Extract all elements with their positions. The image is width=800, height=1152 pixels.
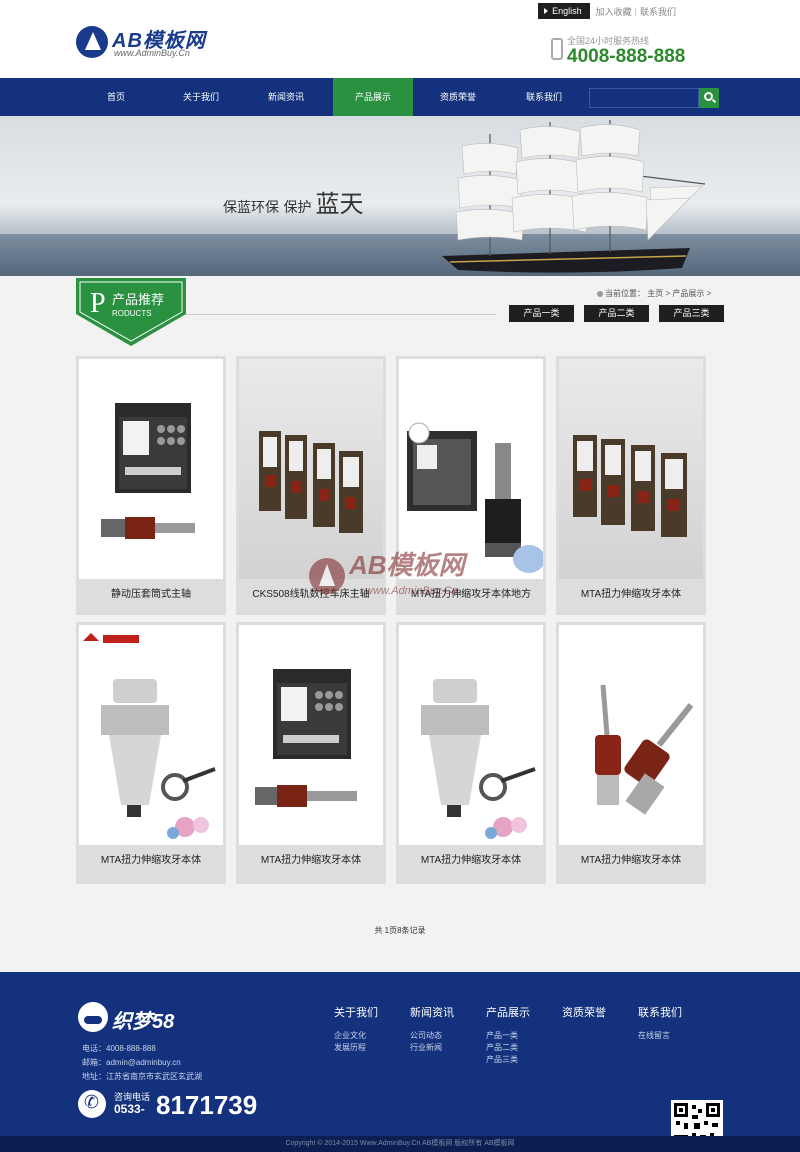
- footer-column-title[interactable]: 联系我们: [638, 1004, 708, 1020]
- site-footer: 织梦58 电话：4008-888-888 邮箱：admin@adminbuy.c…: [0, 972, 800, 1152]
- nav-item-products[interactable]: 产品展示: [333, 78, 413, 116]
- main-nav: 首页 关于我们 新闻资讯 产品展示 资质荣誉 联系我们: [0, 78, 800, 116]
- product-name[interactable]: MTA扭力伸缩攻牙本体: [559, 585, 703, 600]
- product-name[interactable]: MTA扭力伸缩攻牙本体: [559, 851, 703, 866]
- nav-item-honors[interactable]: 资质荣誉: [418, 78, 498, 116]
- product-image: [399, 359, 543, 579]
- product-image: [79, 359, 223, 579]
- slogan-small: 保蓝环保 保护: [223, 200, 312, 216]
- footer-column-title[interactable]: 新闻资讯: [410, 1004, 480, 1020]
- product-card[interactable]: MTA扭力伸缩攻牙本体: [556, 356, 706, 615]
- footer-link[interactable]: 公司动态: [410, 1030, 480, 1042]
- nav-item-about[interactable]: 关于我们: [161, 78, 241, 116]
- category-button-2[interactable]: 产品二类: [584, 305, 649, 322]
- breadcrumb-home[interactable]: 主页: [647, 289, 663, 298]
- phone-icon: [78, 1090, 106, 1118]
- footer-link[interactable]: 产品一类: [486, 1030, 556, 1042]
- hero-banner: 保蓝环保 保护 蓝天: [0, 116, 800, 276]
- breadcrumb-current[interactable]: 产品展示: [672, 289, 704, 298]
- product-name[interactable]: MTA扭力伸缩攻牙本体地方: [399, 585, 543, 600]
- section-title: 产品推荐: [112, 292, 164, 307]
- product-name[interactable]: 静动压套筒式主轴: [79, 585, 223, 600]
- add-favorite-link[interactable]: 加入收藏: [596, 5, 632, 18]
- footer-address-line: 地址：江苏省南京市玄武区玄武湖: [82, 1072, 202, 1081]
- breadcrumb-prefix: 当前位置：: [605, 289, 645, 298]
- footer-hotline-prefix: 0533-: [114, 1102, 145, 1116]
- footer-column-news: 新闻资讯 公司动态 行业新闻: [410, 1004, 480, 1054]
- search-box: [589, 88, 719, 108]
- footer-column-title[interactable]: 关于我们: [334, 1004, 404, 1020]
- product-card[interactable]: CKS508线轨数控车床主轴: [236, 356, 386, 615]
- nav-item-news[interactable]: 新闻资讯: [246, 78, 326, 116]
- product-card[interactable]: 静动压套筒式主轴: [76, 356, 226, 615]
- footer-logo[interactable]: 织梦58: [78, 1002, 198, 1034]
- section-subtitle: RODUCTS: [112, 309, 152, 318]
- mobile-phone-icon: [551, 38, 563, 60]
- product-image: [239, 359, 383, 579]
- pagination-info: 共 1页8条记录: [374, 926, 426, 935]
- product-name[interactable]: MTA扭力伸缩攻牙本体: [399, 851, 543, 866]
- footer-link[interactable]: 产品二类: [486, 1042, 556, 1054]
- product-card[interactable]: MTA扭力伸缩攻牙本体: [236, 622, 386, 884]
- site-header: AB模板网 www.AdminBuy.Cn English 加入收藏 | 联系我…: [0, 0, 800, 78]
- footer-logo-text: 织梦58: [112, 1011, 175, 1033]
- product-image: [239, 625, 383, 845]
- footer-phone-line: 电话：4008-888-888: [82, 1044, 156, 1053]
- section-divider: [186, 314, 496, 315]
- topbar-contact-link[interactable]: 联系我们: [640, 5, 676, 18]
- logo-mark-icon: [76, 26, 108, 58]
- slogan-big: 蓝天: [315, 190, 364, 218]
- search-input[interactable]: [589, 88, 699, 108]
- footer-link[interactable]: 在线留言: [638, 1030, 708, 1042]
- footer-logo-icon: [78, 1002, 108, 1032]
- nav-item-contact[interactable]: 联系我们: [504, 78, 584, 116]
- product-image: [399, 625, 543, 845]
- product-image: [79, 625, 223, 845]
- product-card[interactable]: MTA扭力伸缩攻牙本体: [396, 622, 546, 884]
- product-name[interactable]: MTA扭力伸缩攻牙本体: [79, 851, 223, 866]
- banner-slogan: 保蓝环保 保护 蓝天: [223, 184, 363, 219]
- footer-column-honors: 资质荣誉: [562, 1004, 632, 1030]
- footer-contact-info: 电话：4008-888-888 邮箱：admin@adminbuy.cn 地址：…: [82, 1042, 202, 1084]
- footer-column-title[interactable]: 资质荣誉: [562, 1004, 632, 1020]
- footer-email-line: 邮箱：admin@adminbuy.cn: [82, 1058, 181, 1067]
- hotline-number: 4008-888-888: [567, 46, 686, 67]
- product-image: [559, 625, 703, 845]
- product-image: [559, 359, 703, 579]
- footer-link[interactable]: 产品三类: [486, 1054, 556, 1066]
- logo-subtitle: www.AdminBuy.Cn: [114, 48, 190, 58]
- site-logo[interactable]: AB模板网 www.AdminBuy.Cn: [76, 22, 226, 64]
- nav-item-home[interactable]: 首页: [76, 78, 156, 116]
- footer-column-title[interactable]: 产品展示: [486, 1004, 556, 1020]
- footer-link[interactable]: 行业新闻: [410, 1042, 480, 1054]
- section-badge: P 产品推荐 RODUCTS: [76, 278, 186, 346]
- breadcrumb: 当前位置： 主页 > 产品展示 >: [597, 288, 711, 299]
- footer-hotline: 咨询电话 0533- 8171739: [78, 1088, 278, 1120]
- footer-link[interactable]: 发展历程: [334, 1042, 404, 1054]
- location-pin-icon: [597, 290, 603, 297]
- section-letter: P: [90, 288, 106, 319]
- copyright-bar: Copyright © 2014-2015 Www.AdminBuy.Cn AB…: [0, 1136, 800, 1152]
- footer-column-products: 产品展示 产品一类 产品二类 产品三类: [486, 1004, 556, 1066]
- category-button-1[interactable]: 产品一类: [509, 305, 574, 322]
- hotline: 全国24小时服务热线 4008-888-888: [551, 34, 711, 68]
- footer-column-contact: 联系我们 在线留言: [638, 1004, 708, 1042]
- product-card[interactable]: MTA扭力伸缩攻牙本体: [556, 622, 706, 884]
- product-name[interactable]: CKS508线轨数控车床主轴: [239, 585, 383, 600]
- language-switch[interactable]: English: [538, 3, 590, 19]
- sailing-ship-image: [442, 120, 706, 273]
- search-button[interactable]: [699, 88, 719, 108]
- footer-hotline-number: 8171739: [156, 1090, 258, 1120]
- category-button-3[interactable]: 产品三类: [659, 305, 724, 322]
- product-card[interactable]: MTA扭力伸缩攻牙本体地方: [396, 356, 546, 615]
- product-name[interactable]: MTA扭力伸缩攻牙本体: [239, 851, 383, 866]
- topbar-separator: |: [634, 6, 637, 16]
- footer-link[interactable]: 企业文化: [334, 1030, 404, 1042]
- product-card[interactable]: MTA扭力伸缩攻牙本体: [76, 622, 226, 884]
- footer-column-about: 关于我们 企业文化 发展历程: [334, 1004, 404, 1054]
- top-bar: English 加入收藏 | 联系我们: [538, 3, 676, 19]
